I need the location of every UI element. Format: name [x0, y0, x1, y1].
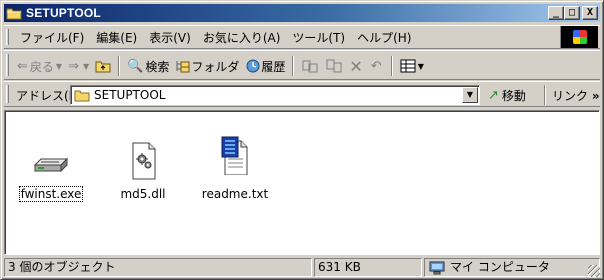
dll-gear-icon — [132, 142, 156, 180]
menu-bar: ファイル(F) 編集(E) 表示(V) お気に入り(A) ツール(T) ヘルプ(… — [4, 25, 600, 49]
menu-edit[interactable]: 編集(E) — [90, 30, 143, 46]
minimize-button[interactable]: _ — [548, 6, 564, 20]
txt-document-icon — [221, 136, 248, 175]
chevron-right-icon: » — [591, 89, 600, 103]
folders-button[interactable]: フォルダ — [172, 56, 242, 76]
copy-to-icon — [326, 59, 342, 73]
history-button[interactable]: 履歴 — [242, 56, 288, 76]
status-zone-label: マイ コンピュータ — [450, 260, 550, 274]
menu-grip[interactable] — [6, 29, 9, 45]
folder-icon — [74, 89, 90, 102]
explorer-window: SETUPTOOL _ □ X ファイル(F) 編集(E) 表示(V) お気に入… — [0, 0, 604, 280]
move-to-icon — [302, 60, 318, 73]
status-zone: マイ コンピュータ — [424, 258, 600, 277]
links-button[interactable]: リンク » — [552, 87, 600, 104]
standard-toolbar: ⇐ 戻る ▼ ⇒ ▼ 🔍 検索 フォルダ 履歴 ✕ ↶ ▼ — [4, 50, 600, 80]
file-name: fwinst.exe — [18, 186, 84, 202]
file-name: readme.txt — [201, 187, 269, 201]
undo-icon: ↶ — [370, 58, 382, 74]
my-computer-icon — [429, 261, 445, 274]
up-folder-button[interactable] — [92, 56, 114, 76]
status-bar: 3 個のオブジェクト 631 KB マイ コンピュータ — [4, 258, 600, 277]
file-item[interactable]: fwinst.exe — [11, 141, 91, 202]
menu-view[interactable]: 表示(V) — [143, 30, 197, 46]
address-dropdown-icon[interactable]: ▼ — [462, 87, 478, 103]
history-icon — [246, 59, 260, 73]
delete-button[interactable]: ✕ — [346, 56, 367, 76]
menu-file[interactable]: ファイル(F) — [14, 30, 90, 46]
toolbar-separator — [292, 56, 295, 76]
folder-icon — [6, 6, 22, 20]
views-dropdown-icon[interactable]: ▼ — [418, 62, 424, 71]
go-arrow-icon: ↗ — [488, 88, 499, 103]
toolbar-grip[interactable] — [6, 54, 9, 76]
close-button[interactable]: X — [582, 6, 598, 20]
views-icon — [400, 59, 416, 73]
folders-label: フォルダ — [191, 59, 240, 74]
links-separator — [544, 85, 546, 105]
maximize-button[interactable]: □ — [564, 6, 580, 20]
title-bar[interactable]: SETUPTOOL _ □ X — [4, 4, 600, 22]
address-input[interactable]: SETUPTOOL ▼ — [70, 85, 480, 105]
address-value: SETUPTOOL — [94, 88, 166, 102]
go-button[interactable]: ↗ 移動 — [488, 87, 526, 104]
menu-tools[interactable]: ツール(T) — [286, 30, 351, 46]
window-title: SETUPTOOL — [26, 6, 101, 20]
folders-icon — [176, 61, 190, 73]
move-to-button[interactable] — [298, 56, 322, 76]
undo-button[interactable]: ↶ — [368, 56, 387, 76]
toolbar-separator — [118, 56, 121, 76]
search-button[interactable]: 🔍 検索 — [124, 56, 172, 76]
go-label: 移動 — [501, 89, 526, 103]
back-dropdown-icon[interactable]: ▼ — [56, 62, 62, 71]
address-grip[interactable] — [6, 85, 9, 103]
views-button[interactable]: ▼ — [397, 56, 427, 76]
status-size: 631 KB — [314, 258, 422, 277]
forward-arrow-icon: ⇒ — [68, 58, 79, 74]
file-list[interactable]: fwinst.exe md5.dll readme.txt — [4, 110, 600, 255]
forward-button[interactable]: ⇒ ▼ — [65, 56, 92, 76]
history-label: 履歴 — [261, 59, 286, 74]
search-label: 検索 — [145, 59, 170, 74]
windows-logo — [560, 26, 598, 48]
address-bar: アドレス(D) SETUPTOOL ▼ ↗ 移動 リンク » — [4, 81, 600, 107]
links-label: リンク — [552, 89, 589, 103]
back-arrow-icon: ⇐ — [17, 58, 28, 74]
up-folder-icon — [95, 61, 111, 73]
forward-dropdown-icon[interactable]: ▼ — [83, 62, 89, 71]
menu-favorites[interactable]: お気に入り(A) — [197, 30, 287, 46]
delete-icon: ✕ — [349, 56, 363, 76]
file-item[interactable]: readme.txt — [195, 136, 275, 201]
toolbar-separator — [390, 56, 393, 76]
copy-to-button[interactable] — [322, 56, 346, 76]
resize-grip[interactable] — [588, 265, 600, 277]
status-objects: 3 個のオブジェクト — [4, 258, 312, 277]
back-label: 戻る — [29, 59, 54, 74]
menu-help[interactable]: ヘルプ(H) — [351, 30, 417, 46]
file-name: md5.dll — [120, 187, 166, 201]
back-button[interactable]: ⇐ 戻る ▼ — [14, 56, 65, 76]
exe-device-icon — [33, 157, 69, 173]
search-icon: 🔍 — [127, 58, 144, 74]
file-item[interactable]: md5.dll — [103, 141, 183, 201]
